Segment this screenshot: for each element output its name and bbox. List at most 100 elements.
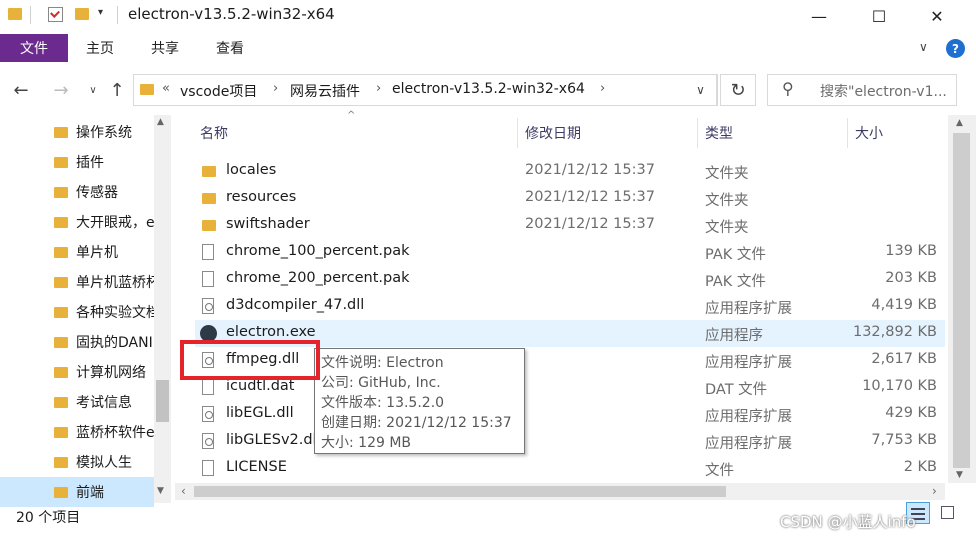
ribbon — [0, 32, 976, 64]
nav-item-label: 插件 — [76, 155, 104, 171]
file-size: 10,170 KB — [862, 378, 937, 394]
column-header-date[interactable]: 修改日期 — [525, 118, 581, 148]
nav-folder-item[interactable]: 计算机网络 — [0, 357, 154, 387]
nav-folder-item[interactable]: 固执的DANI — [0, 327, 154, 357]
help-icon[interactable]: ? — [946, 39, 965, 58]
address-bar[interactable]: « vscode项目 › 网易云插件 › electron-v13.5.2-wi… — [133, 74, 717, 106]
file-row[interactable]: libGLESv2.dll 应用程序扩展 7,753 KB — [195, 428, 945, 455]
file-icon — [202, 379, 214, 395]
recent-locations-chevron-icon[interactable]: ∨ — [80, 76, 106, 104]
folder-icon — [54, 486, 68, 498]
file-name: swiftshader — [226, 216, 310, 232]
file-icon — [202, 244, 214, 260]
column-header-type[interactable]: 类型 — [705, 118, 733, 148]
forward-arrow-icon[interactable]: → — [48, 76, 74, 104]
breadcrumb-item[interactable]: vscode项目 — [180, 81, 257, 101]
properties-icon[interactable] — [48, 7, 63, 22]
nav-folder-item[interactable]: 模拟人生 — [0, 447, 154, 477]
file-name: electron.exe — [226, 324, 316, 340]
column-divider[interactable] — [697, 118, 698, 148]
breadcrumb-item[interactable]: 网易云插件 — [290, 81, 360, 101]
file-date: 2021/12/12 15:37 — [525, 162, 655, 178]
folder-icon — [54, 276, 68, 288]
folder-icon — [202, 166, 216, 177]
chevron-right-icon[interactable]: › — [600, 81, 605, 96]
file-row[interactable]: swiftshader 2021/12/12 15:37 文件夹 — [195, 212, 945, 239]
navigation-pane: 操作系统 插件 传感器 大开眼戒，e 单片机 单片机蓝桥杯 各种实验文档 固执的… — [0, 115, 175, 507]
nav-folder-item[interactable]: 大开眼戒，e — [0, 207, 154, 237]
nav-folder-item[interactable]: 单片机 — [0, 237, 154, 267]
scroll-up-arrow-icon[interactable]: ▲ — [157, 117, 164, 127]
tab-file[interactable]: 文件 — [0, 34, 68, 62]
search-icon: ⚲ — [782, 79, 794, 98]
folder-icon — [8, 8, 22, 20]
file-row[interactable]: d3dcompiler_47.dll 应用程序扩展 4,419 KB — [195, 293, 945, 320]
file-row[interactable]: resources 2021/12/12 15:37 文件夹 — [195, 185, 945, 212]
file-name: icudtl.dat — [226, 378, 295, 394]
file-type: 应用程序 — [705, 328, 763, 344]
large-icons-view-icon[interactable] — [936, 502, 960, 524]
file-icon — [202, 271, 214, 287]
up-arrow-icon[interactable]: ↑ — [104, 76, 130, 104]
tooltip-line: 文件说明: Electron — [321, 355, 444, 371]
nav-folder-item[interactable]: 传感器 — [0, 177, 154, 207]
address-dropdown-chevron-icon[interactable]: ∨ — [684, 74, 718, 106]
search-input[interactable]: 搜索"electron-v1... — [820, 81, 947, 101]
scroll-up-arrow-icon[interactable]: ▲ — [956, 118, 963, 128]
breadcrumb-item[interactable]: electron-v13.5.2-win32-x64 — [392, 81, 585, 97]
close-button[interactable]: ✕ — [914, 0, 960, 32]
minimize-button[interactable]: — — [796, 0, 842, 32]
scroll-down-arrow-icon[interactable]: ▼ — [157, 486, 164, 496]
nav-folder-item[interactable]: 蓝桥杯软件e — [0, 417, 154, 447]
nav-folder-item[interactable]: 各种实验文档 — [0, 297, 154, 327]
chevron-right-icon[interactable]: › — [273, 81, 278, 96]
horizontal-scrollbar-thumb[interactable] — [194, 486, 726, 497]
search-box[interactable]: ⚲ 搜索"electron-v1... — [767, 74, 957, 106]
column-divider[interactable] — [847, 118, 848, 148]
column-header-name[interactable]: 名称 — [200, 118, 228, 148]
file-row[interactable]: chrome_100_percent.pak PAK 文件 139 KB — [195, 239, 945, 266]
dll-icon — [202, 433, 214, 449]
file-date: 2021/12/12 15:37 — [525, 189, 655, 205]
nav-scrollbar-thumb[interactable] — [156, 380, 169, 422]
nav-folder-item[interactable]: 插件 — [0, 147, 154, 177]
refresh-icon[interactable]: ↻ — [720, 74, 756, 106]
customize-toolbar-chevron-icon[interactable]: ▾ — [98, 7, 103, 18]
tab-view[interactable]: 查看 — [216, 34, 244, 62]
nav-folder-item[interactable]: 单片机蓝桥杯 — [0, 267, 154, 297]
breadcrumb-overflow[interactable]: « — [162, 81, 170, 96]
nav-folder-item[interactable]: 操作系统 — [0, 117, 154, 147]
nav-item-label: 固执的DANI — [76, 335, 153, 351]
column-divider[interactable] — [517, 118, 518, 148]
file-type: PAK 文件 — [705, 247, 766, 263]
folder-icon — [54, 246, 68, 258]
folder-icon — [54, 156, 68, 168]
new-folder-icon[interactable] — [75, 8, 89, 20]
file-row[interactable]: LICENSE 文件 2 KB — [195, 455, 945, 482]
scroll-down-arrow-icon[interactable]: ▼ — [956, 470, 963, 480]
file-name: libEGL.dll — [226, 405, 294, 421]
nav-item-label: 计算机网络 — [76, 365, 146, 381]
scroll-right-arrow-icon[interactable]: › — [932, 484, 937, 498]
file-size: 429 KB — [885, 405, 937, 421]
tooltip-line: 文件版本: 13.5.2.0 — [321, 395, 445, 411]
back-arrow-icon[interactable]: ← — [8, 76, 34, 104]
column-header-size[interactable]: 大小 — [855, 118, 883, 148]
tooltip-line: 大小: 129 MB — [321, 435, 412, 451]
maximize-button[interactable]: ☐ — [856, 0, 902, 32]
tab-share[interactable]: 共享 — [151, 34, 179, 62]
watermark: CSDN @小蓝人info — [780, 513, 916, 531]
tab-home[interactable]: 主页 — [86, 34, 114, 62]
chevron-right-icon[interactable]: › — [376, 81, 381, 96]
file-name: resources — [226, 189, 297, 205]
nav-scrollbar[interactable] — [154, 115, 171, 503]
file-row[interactable]: libEGL.dll 应用程序扩展 429 KB — [195, 401, 945, 428]
nav-folder-item[interactable]: 考试信息 — [0, 387, 154, 417]
scroll-left-arrow-icon[interactable]: ‹ — [181, 484, 186, 498]
expand-ribbon-chevron-icon[interactable]: ∨ — [919, 40, 928, 54]
file-type: 文件夹 — [705, 220, 749, 236]
file-name: chrome_100_percent.pak — [226, 243, 410, 259]
file-row[interactable]: locales 2021/12/12 15:37 文件夹 — [195, 158, 945, 185]
vertical-scrollbar-thumb[interactable] — [953, 133, 970, 468]
file-row[interactable]: chrome_200_percent.pak PAK 文件 203 KB — [195, 266, 945, 293]
